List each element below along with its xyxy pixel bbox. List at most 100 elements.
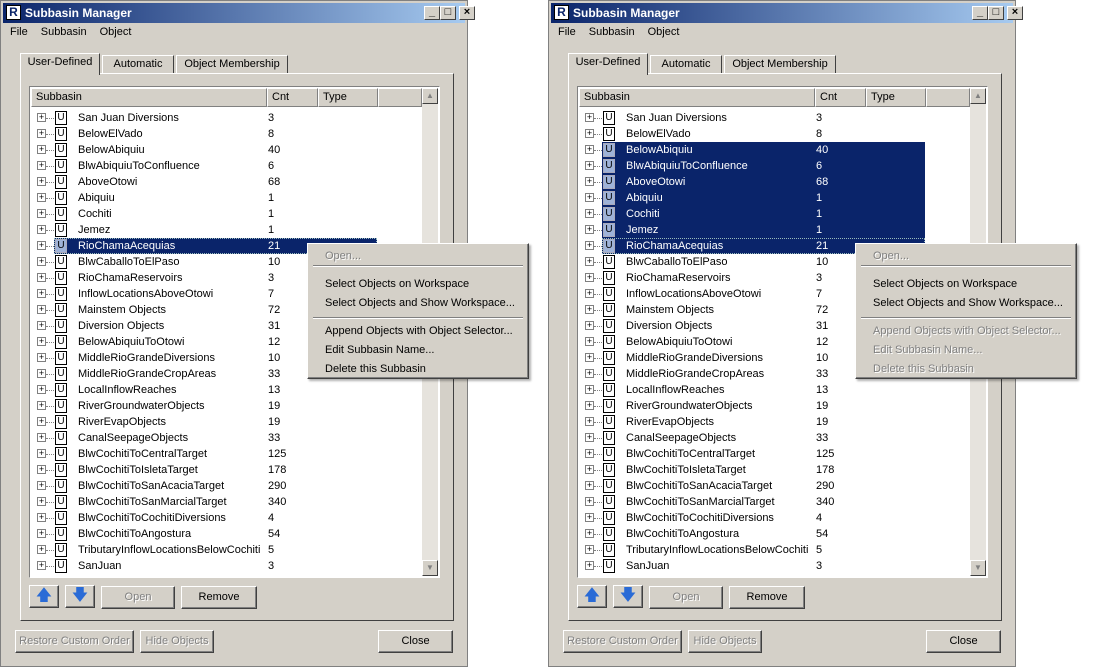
expand-icon[interactable]: + (585, 449, 594, 458)
hide-objects-button[interactable]: Hide Objects (140, 630, 214, 653)
expand-icon[interactable]: + (585, 193, 594, 202)
expand-icon[interactable]: + (585, 513, 594, 522)
expand-icon[interactable]: + (37, 385, 46, 394)
maximize-button[interactable]: □ (440, 6, 456, 20)
title-bar[interactable]: R Subbasin Manager _ □ × (3, 3, 475, 23)
tab-object-membership[interactable]: Object Membership (176, 55, 288, 74)
list-item[interactable]: + U AboveOtowi 68 (30, 174, 422, 190)
expand-icon[interactable]: + (37, 305, 46, 314)
list-item[interactable]: + U Cochiti 1 (578, 206, 970, 222)
expand-icon[interactable]: + (37, 529, 46, 538)
list-item[interactable]: + U RiverEvapObjects 19 (578, 414, 970, 430)
column-header-subbasin[interactable]: Subbasin (31, 88, 267, 107)
remove-button[interactable]: Remove (181, 586, 257, 609)
tab-user-defined[interactable]: User-Defined (20, 53, 100, 75)
expand-icon[interactable]: + (37, 273, 46, 282)
expand-icon[interactable]: + (585, 481, 594, 490)
list-item[interactable]: + U Jemez 1 (578, 222, 970, 238)
expand-icon[interactable]: + (37, 497, 46, 506)
close-button[interactable]: Close (378, 630, 453, 653)
menu-subbasin[interactable]: Subbasin (589, 26, 635, 38)
tab-user-defined[interactable]: User-Defined (568, 53, 648, 75)
expand-icon[interactable]: + (37, 401, 46, 410)
expand-icon[interactable]: + (37, 225, 46, 234)
column-header-type[interactable]: Type (866, 88, 926, 107)
minimize-button[interactable]: _ (424, 6, 440, 20)
menu-file[interactable]: File (558, 26, 576, 38)
expand-icon[interactable]: + (585, 129, 594, 138)
list-item[interactable]: + U SanJuan 3 (30, 558, 422, 574)
expand-icon[interactable]: + (37, 513, 46, 522)
expand-icon[interactable]: + (37, 177, 46, 186)
context-menu-item[interactable]: Append Objects with Object Selector... (873, 325, 1061, 337)
expand-icon[interactable]: + (37, 241, 46, 250)
expand-icon[interactable]: + (37, 113, 46, 122)
open-button[interactable]: Open (649, 586, 723, 609)
list-item[interactable]: + U BlwAbiquiuToConfluence 6 (578, 158, 970, 174)
list-item[interactable]: + U San Juan Diversions 3 (30, 110, 422, 126)
list-item[interactable]: + U BelowAbiquiu 40 (578, 142, 970, 158)
menu-subbasin[interactable]: Subbasin (41, 26, 87, 38)
close-button[interactable]: Close (926, 630, 1001, 653)
context-menu-item[interactable]: Select Objects and Show Workspace... (873, 297, 1063, 309)
context-menu-item[interactable]: Delete this Subbasin (325, 363, 426, 375)
move-up-button[interactable]: 🡅 (577, 585, 607, 608)
scroll-down-icon[interactable]: ▼ (970, 560, 986, 576)
expand-icon[interactable]: + (585, 561, 594, 570)
list-item[interactable]: + U San Juan Diversions 3 (578, 110, 970, 126)
expand-icon[interactable]: + (585, 241, 594, 250)
expand-icon[interactable]: + (37, 465, 46, 474)
minimize-button[interactable]: _ (972, 6, 988, 20)
expand-icon[interactable]: + (585, 321, 594, 330)
context-menu-item[interactable]: Select Objects on Workspace (873, 278, 1017, 290)
expand-icon[interactable]: + (585, 305, 594, 314)
list-item[interactable]: + U RiverGroundwaterObjects 19 (30, 398, 422, 414)
list-item[interactable]: + U TributaryInflowLocationsBelowCochiti 5 (578, 542, 970, 558)
expand-icon[interactable]: + (585, 401, 594, 410)
list-item[interactable]: + U SanJuan 3 (578, 558, 970, 574)
expand-icon[interactable]: + (37, 369, 46, 378)
expand-icon[interactable]: + (585, 353, 594, 362)
expand-icon[interactable]: + (37, 337, 46, 346)
list-item[interactable]: + U BlwCochitiToCentralTarget 125 (30, 446, 422, 462)
expand-icon[interactable]: + (37, 257, 46, 266)
list-item[interactable]: + U AboveOtowi 68 (578, 174, 970, 190)
expand-icon[interactable]: + (585, 177, 594, 186)
expand-icon[interactable]: + (585, 257, 594, 266)
context-menu-item[interactable]: Open... (325, 250, 361, 262)
list-item[interactable]: + U CanalSeepageObjects 33 (30, 430, 422, 446)
context-menu-item[interactable]: Open... (873, 250, 909, 262)
maximize-button[interactable]: □ (988, 6, 1004, 20)
column-header-type[interactable]: Type (318, 88, 378, 107)
column-header-subbasin[interactable]: Subbasin (579, 88, 815, 107)
expand-icon[interactable]: + (585, 337, 594, 346)
scroll-up-icon[interactable]: ▲ (422, 88, 438, 104)
expand-icon[interactable]: + (585, 433, 594, 442)
tab-automatic[interactable]: Automatic (102, 55, 174, 74)
tab-automatic[interactable]: Automatic (650, 55, 722, 74)
expand-icon[interactable]: + (37, 129, 46, 138)
list-item[interactable]: + U RiverEvapObjects 19 (30, 414, 422, 430)
context-menu-item[interactable]: Select Objects and Show Workspace... (325, 297, 515, 309)
list-item[interactable]: + U BlwCochitiToCochitiDiversions 4 (578, 510, 970, 526)
column-header-cnt[interactable]: Cnt (815, 88, 866, 107)
list-item[interactable]: + U Abiquiu 1 (30, 190, 422, 206)
list-item[interactable]: + U LocalInflowReaches 13 (30, 382, 422, 398)
menu-object[interactable]: Object (100, 26, 132, 38)
expand-icon[interactable]: + (585, 529, 594, 538)
expand-icon[interactable]: + (585, 225, 594, 234)
expand-icon[interactable]: + (585, 209, 594, 218)
context-menu-item[interactable]: Delete this Subbasin (873, 363, 974, 375)
expand-icon[interactable]: + (37, 289, 46, 298)
list-item[interactable]: + U BlwCochitiToSanAcaciaTarget 290 (30, 478, 422, 494)
expand-icon[interactable]: + (37, 417, 46, 426)
expand-icon[interactable]: + (585, 161, 594, 170)
expand-icon[interactable]: + (37, 145, 46, 154)
close-window-button[interactable]: × (1007, 6, 1023, 20)
list-item[interactable]: + U BlwCochitiToSanMarcialTarget 340 (30, 494, 422, 510)
expand-icon[interactable]: + (37, 545, 46, 554)
scroll-down-icon[interactable]: ▼ (422, 560, 438, 576)
expand-icon[interactable]: + (37, 449, 46, 458)
expand-icon[interactable]: + (585, 145, 594, 154)
remove-button[interactable]: Remove (729, 586, 805, 609)
